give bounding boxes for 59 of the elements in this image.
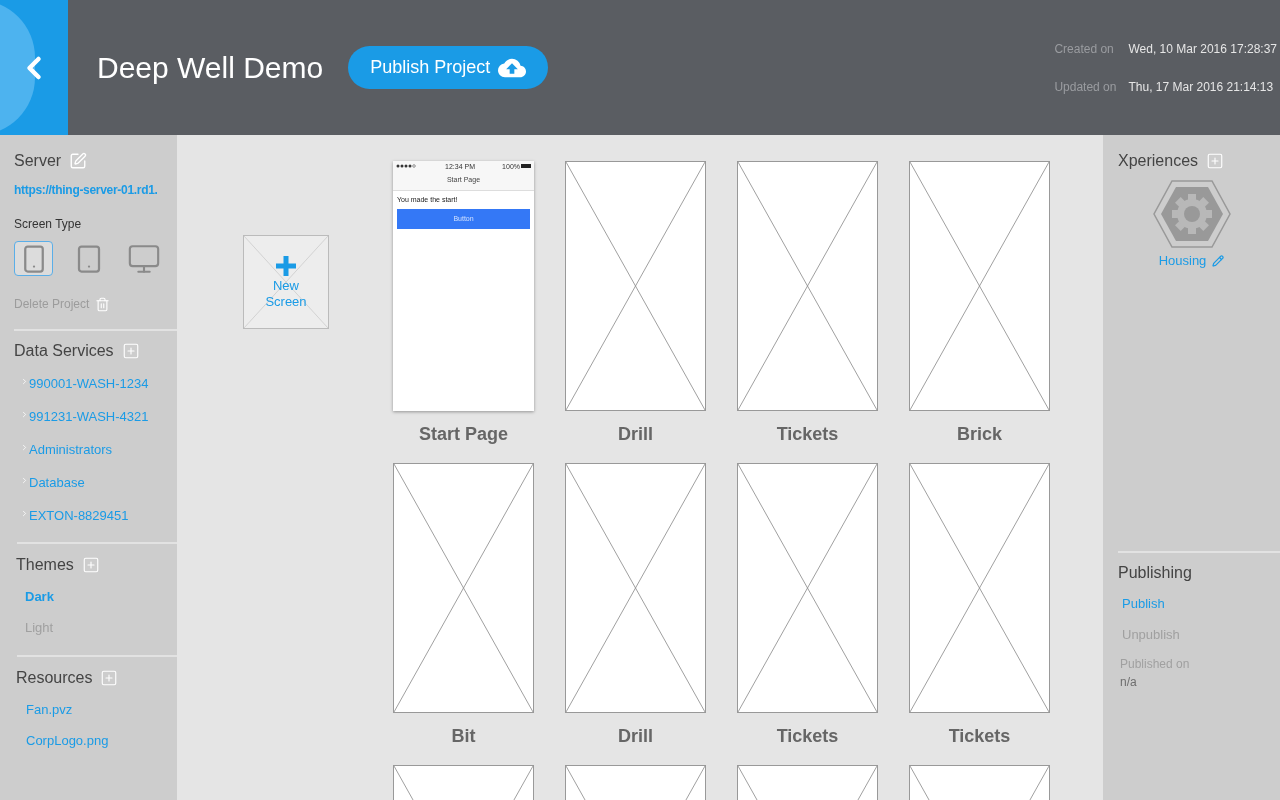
pencil-icon[interactable] [1212,254,1225,267]
publishing-action[interactable]: Publish [1122,594,1165,614]
signal-icon [396,164,418,168]
new-screen-button[interactable]: New Screen [243,235,329,329]
screen-name: Tickets [948,725,1011,748]
screen-thumbnail[interactable] [393,463,534,713]
created-label: Created on [1054,40,1115,58]
back-button[interactable] [0,0,68,135]
data-service-link[interactable]: Database [29,472,85,493]
theme-item[interactable]: Dark [25,586,54,607]
add-icon[interactable] [121,342,140,360]
edit-icon[interactable] [69,152,88,170]
screen-thumbnail[interactable] [737,161,878,411]
data-service-link[interactable]: Administrators [29,439,113,460]
publishing-heading: Publishing [1118,562,1192,583]
plus-icon [274,254,298,278]
screen-name: Drill [618,423,653,446]
screen-name: Bit [451,725,476,748]
publish-project-button[interactable]: Publish Project [348,46,549,89]
server-url[interactable]: https://thing-server-01.rd1. [14,181,163,199]
screen-thumbnail[interactable] [737,463,878,713]
screen-name: Tickets [776,725,839,748]
trash-icon[interactable] [95,296,111,312]
add-icon[interactable] [1206,152,1225,170]
data-service-link[interactable]: EXTON-8829451 [29,505,129,526]
chevron-icon [20,476,29,485]
data-services-heading: Data Services [14,341,114,361]
gear-icon[interactable] [1151,179,1232,249]
resource-link[interactable]: Fan.pvz [26,699,73,720]
screen-thumbnail[interactable] [565,463,706,713]
resources-heading: Resources [16,668,93,688]
add-icon[interactable] [81,556,100,574]
created-date: Wed, 10 Mar 2016 17:28:37 [1128,40,1277,58]
screen-name: Start Page [418,423,508,446]
resource-link[interactable]: CorpLogo.png [26,730,109,751]
data-service-link[interactable]: 990001-WASH-1234 [29,373,149,394]
chevron-icon [20,410,29,419]
themes-heading: Themes [16,555,74,575]
screen-thumbnail[interactable] [565,161,706,411]
published-date: n/a [1119,673,1138,691]
screen-name: Tickets [776,423,839,446]
updated-date: Thu, 17 Mar 2016 21:14:13 [1128,78,1275,96]
screen-type-button[interactable] [14,241,53,276]
xperiences-heading: Xperiences [1118,151,1199,171]
screen-thumbnail[interactable] [909,463,1050,713]
add-icon[interactable] [100,669,119,687]
server-heading: Server [14,151,62,171]
screen-thumbnail[interactable] [909,161,1050,411]
chevron-icon [20,377,29,386]
chevron-icon [20,443,29,452]
screen-name: Drill [618,725,653,748]
battery-icon [521,164,531,168]
xperience-link[interactable]: Housing [1158,251,1207,271]
chevron-icon [20,509,29,518]
updated-label: Updated on [1054,78,1117,96]
screen-name: Brick [957,423,1002,446]
screen-type-label: Screen Type [14,216,83,233]
data-service-link[interactable]: 991231-WASH-4321 [29,406,149,427]
project-title: Deep Well Demo [97,50,324,86]
